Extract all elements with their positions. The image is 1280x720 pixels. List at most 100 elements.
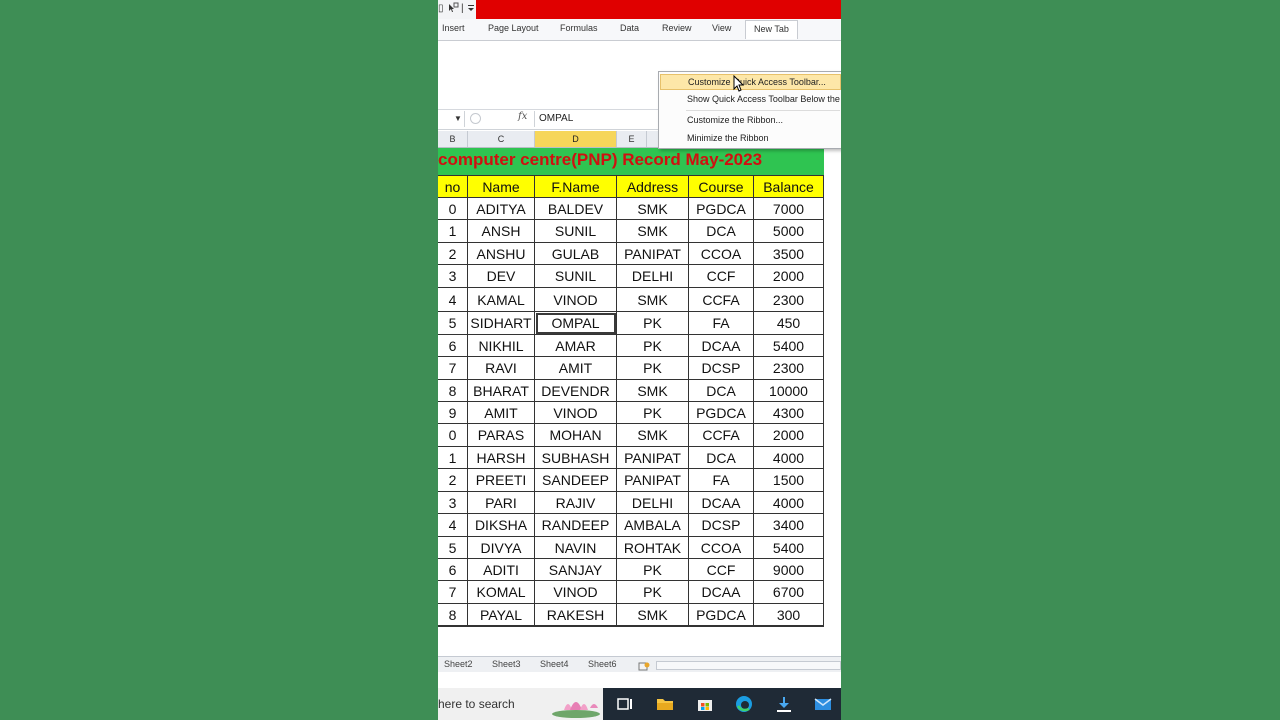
cell-course[interactable]: FA <box>689 469 754 492</box>
cell-fname[interactable]: RANDEEP <box>535 514 617 537</box>
cell-balance[interactable]: 3490 <box>754 626 824 627</box>
cell-address[interactable]: SMK <box>617 198 689 220</box>
cell-address[interactable]: PK <box>617 559 689 581</box>
cell-course[interactable]: PGDCA <box>689 626 754 627</box>
cell-course[interactable]: DCA <box>689 220 754 243</box>
column-header-d[interactable]: D <box>535 131 617 147</box>
cell-address[interactable]: PANIPAT <box>617 447 689 469</box>
cell-name[interactable]: PARI <box>468 492 535 514</box>
cell-course[interactable]: CCOA <box>689 537 754 559</box>
cell-balance[interactable]: 2000 <box>754 424 824 447</box>
column-header-c[interactable]: C <box>468 131 535 147</box>
cell-address[interactable]: DELHI <box>617 265 689 288</box>
taskbar-search-box[interactable]: here to search <box>438 688 603 720</box>
name-box[interactable]: ▼ <box>438 111 465 127</box>
cell-no[interactable]: 0 <box>438 424 468 447</box>
cell-course[interactable]: DCAA <box>689 335 754 357</box>
cell-name[interactable]: ADITI <box>468 559 535 581</box>
cell-address[interactable]: SMK <box>617 604 689 626</box>
cell-address[interactable]: AMBALA <box>617 514 689 537</box>
header-cell-name[interactable]: Name <box>468 176 535 198</box>
cell-no[interactable]: 6 <box>438 559 468 581</box>
column-header-e[interactable]: E <box>617 131 647 147</box>
cell-fname[interactable]: VINOD <box>535 581 617 604</box>
task-view-icon[interactable] <box>615 694 635 714</box>
cell-name[interactable]: HARSH <box>468 447 535 469</box>
cell-name[interactable]: ANSHU <box>468 243 535 265</box>
cell-no[interactable]: 3 <box>438 265 468 288</box>
cell-address[interactable]: PK <box>617 581 689 604</box>
insert-sheet-icon[interactable] <box>638 659 650 671</box>
cell-course[interactable]: DCSP <box>689 357 754 380</box>
cell-no[interactable]: 7 <box>438 581 468 604</box>
header-cell-address[interactable]: Address <box>617 176 689 198</box>
cell-course[interactable]: DCA <box>689 380 754 402</box>
store-icon[interactable] <box>695 694 715 714</box>
cell-name[interactable]: BHARAT <box>468 380 535 402</box>
cell-no[interactable]: 1 <box>438 447 468 469</box>
cell-fname[interactable]: RAM <box>535 626 617 627</box>
qat-mouse-icon[interactable] <box>447 2 459 16</box>
cell-no[interactable]: 8 <box>438 380 468 402</box>
cell-balance[interactable]: 6700 <box>754 581 824 604</box>
cell-course[interactable]: CCF <box>689 559 754 581</box>
column-header-b[interactable]: B <box>438 131 468 147</box>
cell-fname[interactable]: SANJAY <box>535 559 617 581</box>
cell-balance[interactable]: 9000 <box>754 559 824 581</box>
cell-fname[interactable]: VINOD <box>535 402 617 424</box>
cell-balance[interactable]: 300 <box>754 604 824 626</box>
cell-fname[interactable]: GULAB <box>535 243 617 265</box>
chevron-down-icon[interactable]: ▼ <box>454 114 462 123</box>
cell-name[interactable]: AMIT <box>468 402 535 424</box>
cell-course[interactable]: DCAA <box>689 492 754 514</box>
cell-no[interactable]: 2 <box>438 243 468 265</box>
cell-fname[interactable]: SUBHASH <box>535 447 617 469</box>
cell-no[interactable]: 4 <box>438 514 468 537</box>
cell-name[interactable]: REENA <box>468 626 535 627</box>
tab-formulas[interactable]: Formulas <box>560 23 598 33</box>
cell-no[interactable]: 3 <box>438 492 468 514</box>
cell-name[interactable]: KAMAL <box>468 288 535 312</box>
cell-no[interactable]: 4 <box>438 288 468 312</box>
cell-fname[interactable]: VINOD <box>535 288 617 312</box>
menu-show-qat-below[interactable]: Show Quick Access Toolbar Below the <box>660 91 841 107</box>
cell-address[interactable]: PK <box>617 402 689 424</box>
qat-dropdown-icon[interactable] <box>467 2 475 16</box>
cell-fname-selected[interactable]: OMPAL <box>535 312 617 335</box>
cell-balance[interactable]: 2000 <box>754 265 824 288</box>
cell-balance[interactable]: 4300 <box>754 402 824 424</box>
cell-name[interactable]: ADITYA <box>468 198 535 220</box>
cell-no[interactable]: 1 <box>438 220 468 243</box>
cell-fname[interactable]: AMAR <box>535 335 617 357</box>
cell-balance[interactable]: 7000 <box>754 198 824 220</box>
cell-course[interactable]: PGDCA <box>689 402 754 424</box>
cell-course[interactable]: CCFA <box>689 424 754 447</box>
cell-name[interactable]: PREETI <box>468 469 535 492</box>
sheet-tab-sheet6[interactable]: Sheet6 <box>588 659 617 669</box>
sheet-tab-sheet3[interactable]: Sheet3 <box>492 659 521 669</box>
cell-address[interactable]: PK <box>617 312 689 335</box>
header-cell-fname[interactable]: F.Name <box>535 176 617 198</box>
cell-balance[interactable]: 2300 <box>754 357 824 380</box>
cell-course[interactable]: CCFA <box>689 288 754 312</box>
cell-course[interactable]: PGDCA <box>689 198 754 220</box>
cell-fname[interactable]: RAJIV <box>535 492 617 514</box>
menu-minimize-ribbon[interactable]: Minimize the Ribbon <box>660 130 841 146</box>
cell-balance[interactable]: 2300 <box>754 288 824 312</box>
cell-fname[interactable]: AMIT <box>535 357 617 380</box>
cell-address[interactable]: SMK <box>617 424 689 447</box>
cell-name[interactable]: ANSH <box>468 220 535 243</box>
cell-balance[interactable]: 4000 <box>754 492 824 514</box>
cell-name[interactable]: SIDHART <box>468 312 535 335</box>
cell-address[interactable]: DELHI <box>617 492 689 514</box>
cell-course[interactable]: CCF <box>689 265 754 288</box>
cell-course[interactable]: DCSP <box>689 514 754 537</box>
cell-address[interactable]: PANIPAT <box>617 243 689 265</box>
menu-customize-qat[interactable]: Customize Quick Access Toolbar... <box>660 74 841 90</box>
cell-balance[interactable]: 1500 <box>754 469 824 492</box>
cell-no[interactable]: 5 <box>438 537 468 559</box>
cell-no[interactable]: 0 <box>438 198 468 220</box>
edge-icon[interactable] <box>734 694 754 714</box>
cell-fname[interactable]: SUNIL <box>535 220 617 243</box>
cell-name[interactable]: KOMAL <box>468 581 535 604</box>
